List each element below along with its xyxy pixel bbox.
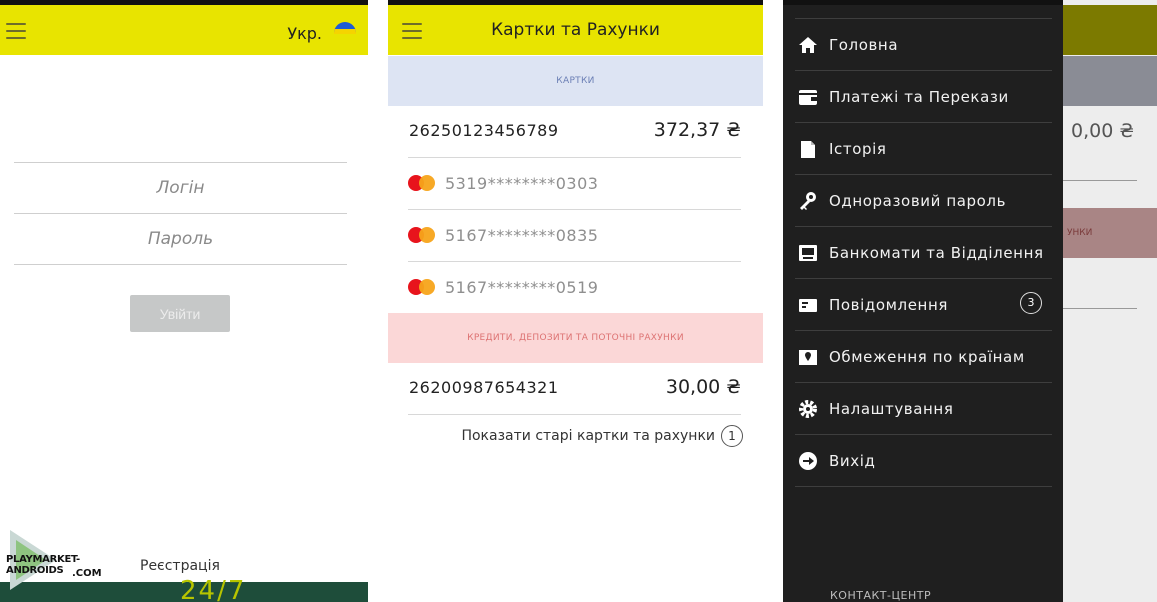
card-number: 5319********0303 [445,174,599,193]
menu-item-history[interactable]: Історія [795,123,1052,175]
nav-drawer: Головна Платежі та Перекази Історія Одно… [783,0,1063,602]
menu-item-label: Головна [829,36,899,54]
map-pin-icon [797,347,819,367]
dimmed-top-bar [1063,5,1157,55]
mastercard-icon [408,279,438,295]
wallet-icon [797,87,819,107]
menu-item-label: Платежі та Перекази [829,88,1009,106]
gear-icon [797,399,819,419]
divider [1063,180,1137,181]
account-row[interactable]: 26250123456789 372,37 ₴ [408,106,741,158]
login-button[interactable]: Увійти [130,295,230,332]
banner-text: 24/7 [180,576,247,602]
old-count-badge: 1 [721,425,743,447]
menu-item-messages[interactable]: Повідомлення 3 [795,279,1052,331]
exit-icon [797,451,819,471]
show-old-cards-link[interactable]: Показати старі картки та рахунки 1 [461,425,743,447]
divider [1063,308,1137,309]
notification-count-badge: 3 [1020,292,1042,314]
account-balance: 30,00 ₴ [665,376,741,398]
menu-item-payments[interactable]: Платежі та Перекази [795,71,1052,123]
dimmed-cards-section [1063,56,1157,106]
card-row[interactable]: 5167********0519 [408,262,741,313]
key-icon [797,191,819,211]
menu-item-otp[interactable]: Одноразовий пароль [795,175,1052,227]
menu-item-country-limits[interactable]: Обмеження по країнам [795,331,1052,383]
credits-section-header: КРЕДИТИ, ДЕПОЗИТИ ТА ПОТОЧНІ РАХУНКИ [388,313,763,363]
card-row[interactable]: 5167********0835 [408,210,741,262]
cards-section-header: КАРТКИ [388,56,763,106]
register-link[interactable]: Реєстрація [140,558,220,574]
menu-item-label: Налаштування [829,400,954,418]
status-bar [783,0,1063,5]
dimmed-amount: 0,00 ₴ [1071,120,1135,142]
password-input[interactable]: Пароль [14,213,347,265]
mastercard-icon [408,175,438,191]
ukraine-flag-icon[interactable] [334,22,356,34]
account-number: 26200987654321 [409,378,559,397]
menu-item-home[interactable]: Головна [795,19,1052,71]
account-row[interactable]: 26200987654321 30,00 ₴ [408,363,741,415]
card-number: 5167********0519 [445,278,599,297]
menu-item-label: Одноразовий пароль [829,192,1007,210]
dimmed-credits-section: УНКИ [1063,208,1157,258]
login-input[interactable]: Логін [14,162,347,213]
navigation-drawer-screen: 0,00 ₴ УНКИ Головна Платежі та Перекази … [783,0,1157,602]
watermark-line2: .COM [72,568,102,579]
mastercard-icon [408,227,438,243]
hamburger-menu-icon[interactable] [6,23,26,39]
show-old-label: Показати старі картки та рахунки [461,428,715,444]
home-icon [797,35,819,55]
mail-icon [797,295,819,315]
cards-accounts-screen: Картки та Рахунки КАРТКИ 26250123456789 … [388,0,763,602]
card-row[interactable]: 5319********0303 [408,158,741,210]
document-icon [797,139,819,159]
account-balance: 372,37 ₴ [653,119,741,141]
dimmed-credits-label: УНКИ [1067,228,1093,238]
login-screen: Укр. Логін Пароль Увійти Реєстрація 24/7… [0,0,368,602]
page-title: Картки та Рахунки [491,20,660,40]
menu-item-label: Вихід [829,452,876,470]
watermark: PLAYMARKET-ANDROIDS .COM [0,530,115,594]
account-number: 26250123456789 [409,121,559,140]
menu-item-label: Обмеження по країнам [829,348,1025,366]
top-app-bar: Укр. [0,5,368,55]
atm-icon [797,243,819,263]
menu-item-settings[interactable]: Налаштування [795,383,1052,435]
menu-item-label: Історія [829,140,887,158]
menu-item-label: Повідомлення [829,296,948,314]
menu-item-atms[interactable]: Банкомати та Відділення [795,227,1052,279]
menu-item-logout[interactable]: Вихід [795,435,1052,487]
menu-item-label: Банкомати та Відділення [829,244,1044,262]
card-number: 5167********0835 [445,226,599,245]
contact-center-label[interactable]: КОНТАКТ-ЦЕНТР [830,589,931,602]
language-selector[interactable]: Укр. [287,24,322,43]
